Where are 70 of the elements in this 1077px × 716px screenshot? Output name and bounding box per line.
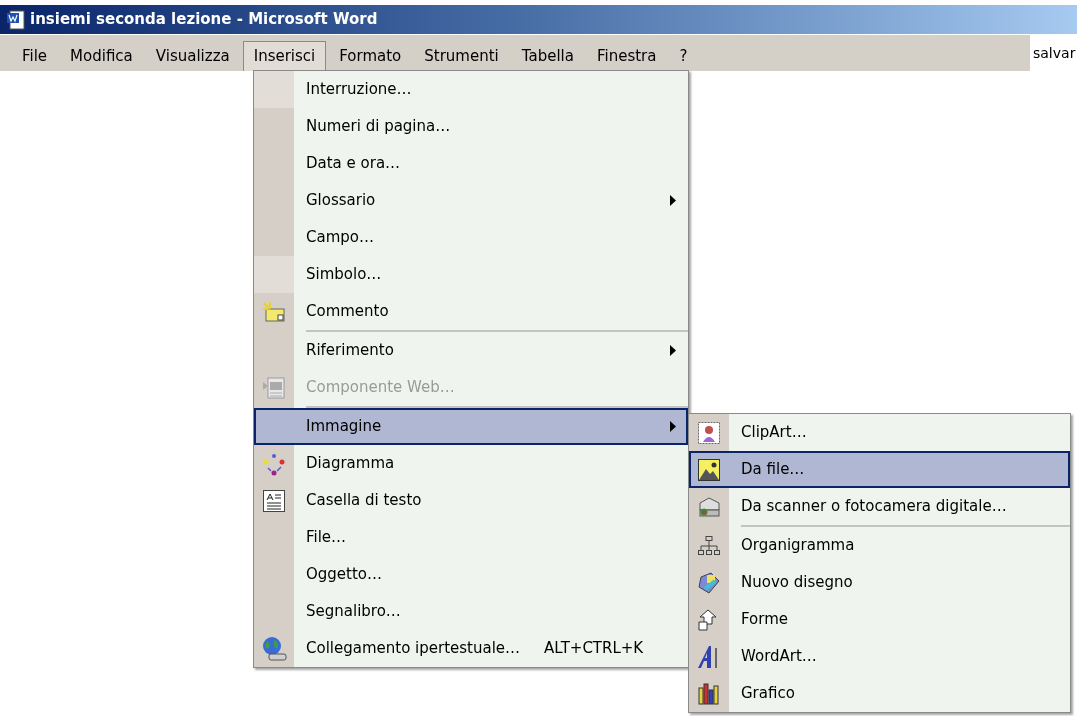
- note-icon: [262, 300, 286, 323]
- menu-item[interactable]: Da scanner o fotocamera digitale…: [689, 488, 1070, 525]
- menu-item-label: Numeri di pagina…: [306, 116, 451, 138]
- menu-item[interactable]: Organigramma: [689, 527, 1070, 564]
- menu-item[interactable]: WordArt…: [689, 638, 1070, 675]
- document-icon: [6, 9, 26, 30]
- menu-bar-item[interactable]: Modifica: [60, 41, 143, 71]
- menu-item[interactable]: Glossario: [254, 182, 688, 219]
- globe-link-icon: [261, 635, 287, 662]
- cycle-diagram-icon: [262, 451, 286, 476]
- menu-item-label: Nuovo disegno: [741, 572, 853, 594]
- menu-item[interactable]: ClipArt…: [689, 414, 1070, 451]
- menu-item-label: Oggetto…: [306, 564, 383, 586]
- menu-item[interactable]: Diagramma: [254, 445, 688, 482]
- menu-item[interactable]: Oggetto…: [254, 556, 688, 593]
- text-box-icon: [262, 488, 286, 513]
- menu-bar-item[interactable]: ?: [669, 41, 698, 71]
- menu-item-label: Da scanner o fotocamera digitale…: [741, 496, 1007, 518]
- menu-item-label: Da file…: [741, 459, 805, 481]
- menu-item-label: Casella di testo: [306, 490, 422, 512]
- drawing-canvas-icon: [697, 570, 721, 595]
- menu-item-label: ClipArt…: [741, 422, 807, 444]
- menu-item-label: File…: [306, 527, 347, 549]
- menu-item[interactable]: Simbolo…: [254, 256, 688, 293]
- menu-item-label: Interruzione…: [306, 79, 412, 101]
- menu-bar-item[interactable]: Formato: [329, 41, 412, 71]
- menu-item-label: Campo…: [306, 227, 374, 249]
- menu-item-label: WordArt…: [741, 646, 817, 668]
- menu-item-label: Glossario: [306, 190, 376, 212]
- menu-item[interactable]: Riferimento: [254, 332, 688, 369]
- help-field[interactable]: salvar: [1030, 35, 1077, 71]
- menu-item[interactable]: Commento: [254, 293, 688, 330]
- menu-bar-item[interactable]: File: [12, 41, 58, 71]
- menu-bar-item[interactable]: Visualizza: [145, 41, 240, 71]
- menu-item[interactable]: Campo…: [254, 219, 688, 256]
- menu-item-label: Forme: [741, 609, 788, 631]
- menu-bar-item[interactable]: Inserisci: [242, 41, 327, 71]
- menu-bar-item[interactable]: Tabella: [511, 41, 584, 71]
- menu-item-label: Riferimento: [306, 340, 394, 362]
- menu-item[interactable]: Segnalibro…: [254, 593, 688, 630]
- menu-item[interactable]: Nuovo disegno: [689, 564, 1070, 601]
- menu-item-label: Grafico: [741, 683, 795, 705]
- menu-item-label: Componente Web…: [306, 377, 455, 399]
- menu-item[interactable]: File…: [254, 519, 688, 556]
- menu-item[interactable]: Grafico: [689, 675, 1070, 712]
- bar-chart-icon: [697, 681, 721, 706]
- menu-item-label: Data e ora…: [306, 153, 401, 175]
- clip-art-icon: [697, 420, 721, 445]
- menu-item-label: Diagramma: [306, 453, 395, 475]
- menu-item-label: Collegamento ipertestuale…: [306, 638, 521, 660]
- menu-item-label: Commento: [306, 301, 389, 323]
- menu-bar-item[interactable]: Finestra: [586, 41, 667, 71]
- menu-item[interactable]: Interruzione…: [254, 71, 688, 108]
- menu-bar-item[interactable]: Strumenti: [414, 41, 509, 71]
- component-icon: [262, 375, 286, 400]
- menu-item[interactable]: Immagine: [254, 408, 688, 445]
- menu-item[interactable]: Collegamento ipertestuale… ALT+CTRL+K: [254, 630, 688, 667]
- menu-item-label: Organigramma: [741, 535, 855, 557]
- window-title: insiemi seconda lezione - Microsoft Word: [30, 9, 378, 31]
- menu-item[interactable]: Numeri di pagina…: [254, 108, 688, 145]
- menu-item-label: Simbolo…: [306, 264, 382, 286]
- menu-item-label: Segnalibro…: [306, 601, 401, 623]
- menu-item-label: Immagine: [306, 416, 382, 438]
- menu-item[interactable]: Casella di testo: [254, 482, 688, 519]
- menu-item[interactable]: Forme: [689, 601, 1070, 638]
- menu-item[interactable]: Data e ora…: [254, 145, 688, 182]
- menu-item[interactable]: Da file…: [689, 451, 1070, 488]
- picture-icon: [697, 457, 721, 482]
- shortcut-label: ALT+CTRL+K: [544, 638, 644, 660]
- org-chart-icon: [697, 534, 721, 557]
